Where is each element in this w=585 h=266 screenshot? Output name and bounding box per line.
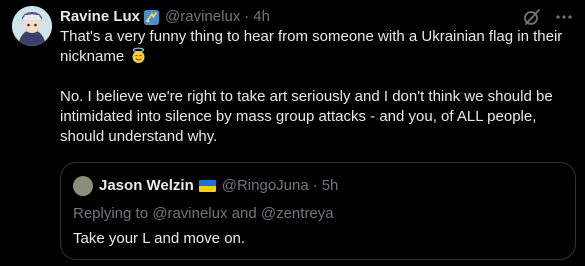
tweet-paragraph-1: That's a very funny thing to hear from s…	[60, 27, 575, 67]
quoted-timestamp[interactable]: 5h	[322, 176, 339, 196]
quoted-tweet-header: Jason Welzin @RingoJuna · 5h	[73, 176, 563, 196]
tweet-header: Ravine Lux @ravinelux · 4h	[60, 7, 573, 27]
quoted-author-avatar[interactable]	[73, 176, 93, 196]
smiling-face-with-halo-icon	[130, 47, 147, 64]
tweet[interactable]: Ravine Lux @ravinelux · 4h That's a very…	[0, 0, 585, 266]
replying-to-line: Replying to @ravinelux and @zentreya	[73, 204, 334, 224]
more-icon[interactable]	[555, 8, 573, 26]
quoted-tweet[interactable]: Jason Welzin @RingoJuna · 5h Replying to…	[60, 162, 576, 260]
badge-icon	[144, 9, 160, 25]
tweet-timestamp[interactable]: 4h	[253, 7, 270, 27]
avatar-image	[12, 6, 52, 46]
separator-dot: ·	[244, 8, 250, 25]
tweet-body: That's a very funny thing to hear from s…	[60, 27, 575, 147]
replying-to-label: Replying to	[73, 205, 149, 222]
replying-conjunction: and	[231, 205, 257, 222]
quoted-tweet-text: Take your L and move on.	[73, 230, 246, 247]
header-actions	[523, 7, 573, 27]
mention-link-1[interactable]: @ravinelux	[152, 205, 227, 222]
author-display-name[interactable]: Ravine Lux	[60, 7, 140, 27]
mention-link-2[interactable]: @zentreya	[261, 205, 334, 222]
grok-icon[interactable]	[523, 8, 541, 26]
author-handle[interactable]: @ravinelux	[165, 7, 240, 27]
quoted-author-handle[interactable]: @RingoJuna	[222, 176, 309, 196]
tweet-paragraph-2: No. I believe we're right to take art se…	[60, 88, 553, 145]
quoted-author-display-name[interactable]: Jason Welzin	[99, 176, 194, 196]
quoted-separator-dot: ·	[312, 177, 318, 194]
ukraine-flag-icon	[198, 180, 216, 192]
author-avatar[interactable]	[12, 6, 52, 46]
